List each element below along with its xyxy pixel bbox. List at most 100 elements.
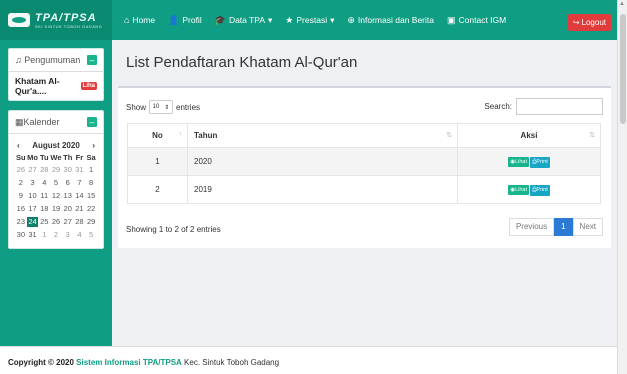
calendar-day[interactable]: 15 xyxy=(85,191,97,201)
calendar-day[interactable]: 4 xyxy=(74,230,86,240)
calendar-day[interactable]: 30 xyxy=(62,165,74,175)
calendar-weekday: Fr xyxy=(75,153,84,162)
calendar-day[interactable]: 4 xyxy=(38,178,50,188)
graduation-cap-icon: 🎓 xyxy=(214,14,226,25)
next-button[interactable]: Next xyxy=(572,218,603,236)
calendar-day[interactable]: 26 xyxy=(15,165,27,175)
search-input[interactable] xyxy=(516,98,603,115)
footer: Copyright © 2020 Sistem Informasi TPA/TP… xyxy=(0,346,617,374)
nav-profil[interactable]: 👤 Profil xyxy=(168,15,202,26)
print-label: Print xyxy=(536,186,548,193)
calendar-day[interactable]: 16 xyxy=(15,204,27,214)
brand[interactable]: TPA/TPSA SKI SINTUK TOBOH GADANG xyxy=(0,0,112,40)
column-header-no[interactable]: No ↑ xyxy=(127,123,188,148)
calendar-day[interactable]: 10 xyxy=(27,191,39,201)
calendar-month: August 2020 xyxy=(32,141,80,150)
show-label: Show xyxy=(126,102,147,112)
calendar-day[interactable]: 17 xyxy=(27,204,39,214)
caret-down-icon: ▾ xyxy=(330,14,335,25)
calendar-weekday: Su xyxy=(16,153,26,162)
calendar-day[interactable]: 30 xyxy=(15,230,27,240)
page-scrollbar[interactable]: ▲ xyxy=(617,0,627,374)
next-month-icon[interactable]: › xyxy=(92,141,95,150)
cell-aksi: ◉Lihat ⎙Print xyxy=(457,147,601,176)
calendar-day-today[interactable]: 24 xyxy=(26,217,39,227)
table-card: Show 10 ⇕ entries Search: No ↑ Tahun ⇅ Aksi… xyxy=(118,86,611,248)
calendar-day[interactable]: 29 xyxy=(85,217,97,227)
calendar-day[interactable]: 3 xyxy=(62,230,74,240)
column-header-tahun[interactable]: Tahun ⇅ xyxy=(187,123,458,148)
calendar-day[interactable]: 1 xyxy=(38,230,50,240)
table-row: 2 2019 ◉Lihat ⎙Print xyxy=(127,175,601,204)
view-button[interactable]: ◉Lihat xyxy=(508,184,530,195)
globe-icon: ⊕ xyxy=(347,14,355,25)
calendar-day[interactable]: 2 xyxy=(50,230,62,240)
collapse-button[interactable]: – xyxy=(87,55,97,65)
calendar-day[interactable]: 26 xyxy=(50,217,62,227)
scroll-thumb[interactable] xyxy=(620,14,626,124)
calendar-weekday: Th xyxy=(63,153,73,162)
column-header-aksi[interactable]: Aksi ⇅ xyxy=(457,123,601,148)
page-1-button[interactable]: 1 xyxy=(554,218,573,236)
search-box: Search: xyxy=(484,98,603,115)
calendar-icon: ▦ xyxy=(15,116,24,127)
calendar-day[interactable]: 22 xyxy=(85,204,97,214)
nav-contact[interactable]: ▣ Contact IGM xyxy=(447,15,506,26)
logout-button[interactable]: ↪ Logout xyxy=(567,14,611,31)
scroll-up-icon[interactable]: ▲ xyxy=(619,1,625,7)
prev-month-icon[interactable]: ‹ xyxy=(17,141,20,150)
calendar-day[interactable]: 11 xyxy=(38,191,50,201)
footer-app-link[interactable]: Sistem Informasi TPA/TPSA xyxy=(76,358,182,367)
print-button[interactable]: ⎙Print xyxy=(530,184,550,196)
sidebar: ♫ Pengumuman – Khatam Al-Qur'a.... Liha … xyxy=(0,40,112,346)
calendar-grid: Su Mo Tu We Th Fr Sa 26 27 28 29 30 31 1 2 3 4 5 6 7 8 9 10 11 1… xyxy=(15,153,97,244)
calendar-day[interactable]: 28 xyxy=(38,165,50,175)
calendar-day[interactable]: 3 xyxy=(27,178,39,188)
calendar-day[interactable]: 5 xyxy=(50,178,62,188)
calendar-day[interactable]: 12 xyxy=(50,191,62,201)
print-label: Print xyxy=(536,158,548,165)
previous-button[interactable]: Previous xyxy=(508,218,555,236)
footer-location: Kec. Sintuk Toboh Gadang xyxy=(184,358,280,367)
calendar-day[interactable]: 31 xyxy=(27,230,39,240)
nav-data-tpa[interactable]: 🎓 Data TPA ▾ xyxy=(215,15,273,26)
column-label: Aksi xyxy=(520,131,538,140)
calendar-day[interactable]: 27 xyxy=(62,217,74,227)
nav-informasi[interactable]: ⊕ Informasi dan Berita xyxy=(347,15,434,26)
nav-label: Informasi dan Berita xyxy=(357,15,434,25)
view-badge[interactable]: Liha xyxy=(80,82,97,90)
calendar-day[interactable]: 27 xyxy=(27,165,39,175)
nav-prestasi[interactable]: ★ Prestasi ▾ xyxy=(285,15,334,26)
calendar-day[interactable]: 23 xyxy=(15,217,27,227)
nav-home[interactable]: ⌂ Home xyxy=(124,15,155,25)
calendar-day[interactable]: 20 xyxy=(62,204,74,214)
entries-value: 10 xyxy=(152,104,160,110)
home-icon: ⌂ xyxy=(124,15,130,25)
calendar-day[interactable]: 13 xyxy=(62,191,74,201)
calendar-day[interactable]: 14 xyxy=(74,191,86,201)
print-button[interactable]: ⎙Print xyxy=(530,156,550,168)
caret-down-icon: ▾ xyxy=(268,14,273,25)
calendar-day[interactable]: 25 xyxy=(38,217,50,227)
logout-icon: ↪ xyxy=(572,18,580,27)
calendar-panel: ▦Kalender – ‹ August 2020 › Su Mo Tu We Th Fr… xyxy=(8,110,104,249)
calendar-day[interactable]: 29 xyxy=(50,165,62,175)
calendar-day[interactable]: 18 xyxy=(38,204,50,214)
calendar-day[interactable]: 19 xyxy=(50,204,62,214)
calendar-day[interactable]: 9 xyxy=(15,191,27,201)
calendar-day[interactable]: 5 xyxy=(85,230,97,240)
calendar-day[interactable]: 2 xyxy=(15,178,27,188)
calendar-weekday: We xyxy=(50,153,62,162)
announcement-item[interactable]: Khatam Al-Qur'a.... Liha xyxy=(15,76,97,96)
calendar-day[interactable]: 6 xyxy=(62,178,74,188)
calendar-day[interactable]: 8 xyxy=(85,178,97,188)
calendar-day[interactable]: 7 xyxy=(74,178,86,188)
calendar-title: Kalender xyxy=(23,116,60,127)
calendar-day[interactable]: 28 xyxy=(74,217,86,227)
calendar-day[interactable]: 31 xyxy=(74,165,86,175)
entries-select[interactable]: 10 ⇕ xyxy=(149,100,174,114)
collapse-button[interactable]: – xyxy=(87,117,97,127)
calendar-day[interactable]: 1 xyxy=(85,165,97,175)
calendar-day[interactable]: 21 xyxy=(74,204,86,214)
view-button[interactable]: ◉Lihat xyxy=(508,156,530,167)
